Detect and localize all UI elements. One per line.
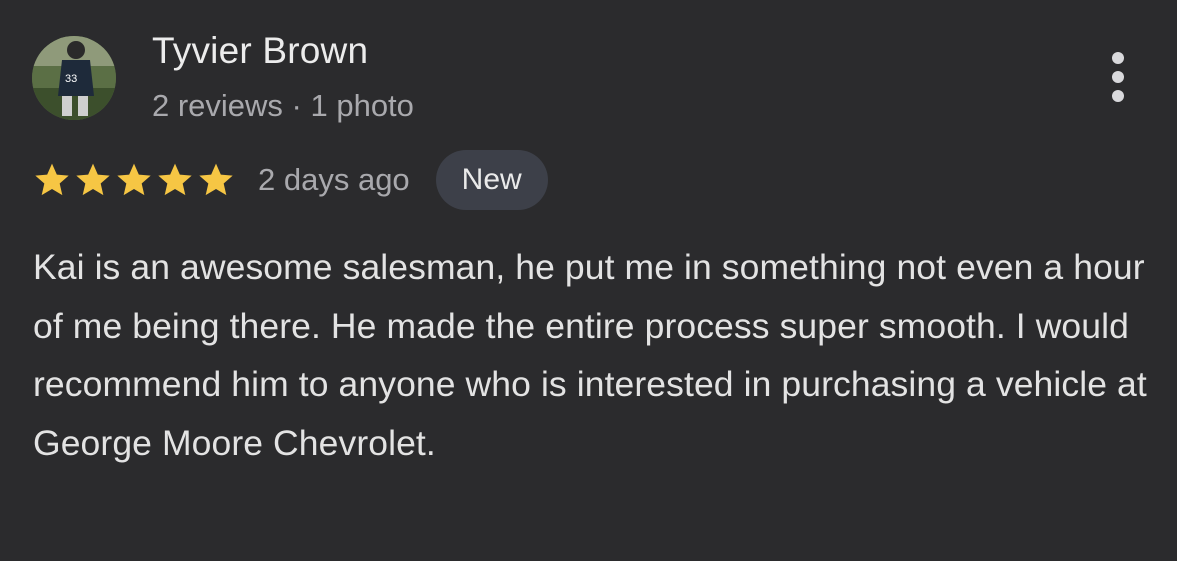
author-name[interactable]: Tyvier Brown [152,30,368,72]
star-icon [35,163,69,196]
more-options-button[interactable] [1098,46,1138,108]
review-card: 33 Tyvier Brown 2 reviews · 1 photo 2 da… [0,0,1177,561]
star-rating [32,160,236,200]
author-meta[interactable]: 2 reviews · 1 photo [152,88,414,124]
more-vert-icon-dot-top [1112,52,1124,64]
rating-row: 2 days ago New [32,150,548,210]
review-date: 2 days ago [258,162,410,197]
review-text: Kai is an awesome salesman, he put me in… [33,247,1147,463]
star-icon [199,163,233,196]
star-icon [117,163,151,196]
more-vert-icon-dot-bottom [1112,90,1124,102]
star-icon [158,163,192,196]
star-icon [76,163,110,196]
more-vert-icon-dot-middle [1112,71,1124,83]
new-badge: New [435,150,548,210]
avatar-photo: 33 [32,36,116,120]
author-avatar[interactable]: 33 [32,36,116,120]
svg-text:33: 33 [65,73,77,85]
